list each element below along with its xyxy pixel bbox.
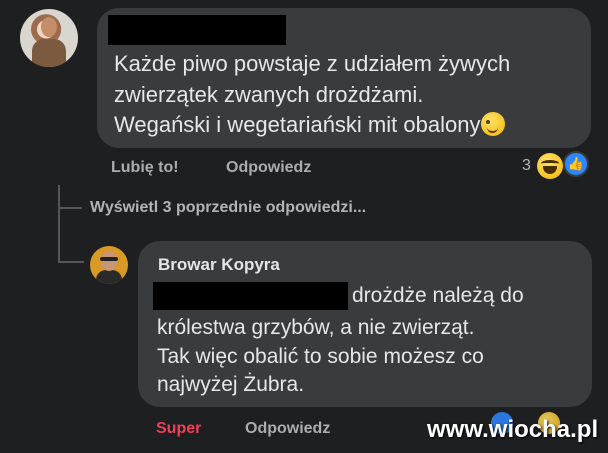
reply-line: najwyżej Żubra. — [157, 373, 305, 396]
reaction-count[interactable]: 3 — [522, 157, 531, 175]
comment-line: Wegański i wegetariański mit obalony — [114, 110, 584, 141]
watermark: www.wiocha.pl — [427, 416, 599, 443]
comment-line: zwierzątek zwanych drożdżami. — [114, 81, 424, 107]
view-previous-replies-link[interactable]: Wyświetl 3 poprzednie odpowiedzi... — [90, 199, 366, 217]
like-icon: 👍 — [563, 151, 589, 177]
reply-button[interactable]: Odpowiedz — [245, 420, 330, 438]
reply-line: królestwa grzybów, a nie zwierząt. — [157, 316, 475, 339]
reply-button[interactable]: Odpowiedz — [226, 159, 311, 177]
super-reaction-button[interactable]: Super — [156, 420, 201, 438]
browar-kopyra-avatar[interactable] — [90, 246, 128, 284]
redacted-mention — [153, 282, 348, 310]
comment-text: Każde piwo powstaje z udziałem żywych zw… — [114, 49, 584, 141]
comment-line: Każde piwo powstaje z udziałem żywych — [114, 51, 511, 76]
redacted-name — [108, 15, 286, 45]
like-button[interactable]: Lubię to! — [111, 159, 179, 177]
thread-line — [58, 261, 84, 263]
wink-emoji-icon — [481, 112, 506, 137]
thread-line — [58, 207, 82, 209]
thread-line — [58, 185, 60, 263]
reply-author-name[interactable]: Browar Kopyra — [158, 255, 280, 275]
reply-line: Tak więc obalić to sobie możesz co — [157, 344, 484, 368]
commenter-avatar[interactable] — [20, 9, 78, 67]
reply-line: drożdże należą do — [352, 284, 524, 307]
haha-icon — [537, 153, 563, 179]
reply-text: królestwa grzybów, a nie zwierząt. Tak w… — [157, 314, 577, 400]
